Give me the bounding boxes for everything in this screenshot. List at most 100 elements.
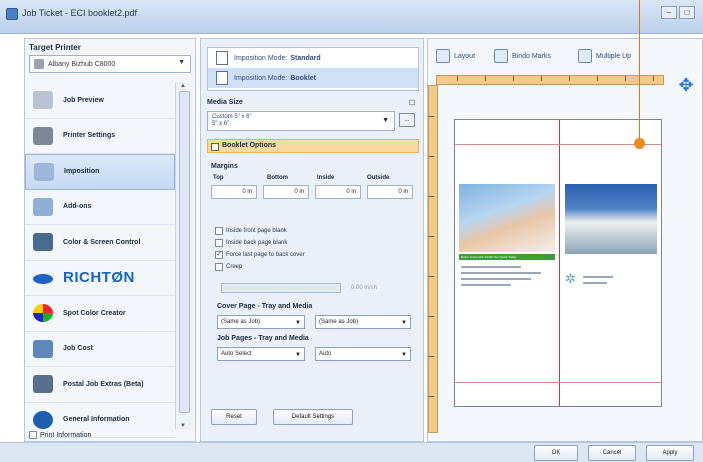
checkbox-label: Creep — [226, 264, 243, 270]
booklet-options-header[interactable]: Booklet Options — [207, 139, 419, 153]
sidebar-item-add-ons[interactable]: Add-ons — [25, 190, 175, 225]
force-last-page-option[interactable]: ✓ Force last page to back cover — [215, 251, 305, 259]
preview-panel: Layout Bindo Marks Multiple Up ✥ Better … — [427, 38, 703, 442]
move-arrows-icon[interactable]: ✥ — [676, 75, 696, 95]
sidebar-item-imposition[interactable]: Imposition — [25, 154, 175, 190]
creep-slider[interactable] — [221, 283, 341, 293]
info-icon — [33, 410, 53, 429]
sidebar-item-printer-settings[interactable]: Printer Settings — [25, 119, 175, 154]
margin-guide — [455, 144, 661, 145]
sidebar-item-job-preview[interactable]: Job Preview — [25, 83, 175, 119]
margin-outside-input[interactable]: 0 in — [367, 185, 413, 199]
checkbox-label: Force last page to back cover — [226, 252, 305, 258]
sidebar-item-label: Printer Settings — [63, 132, 116, 140]
postal-icon — [33, 375, 53, 393]
app-icon — [6, 8, 18, 20]
sidebar-item-label: RICHTØN — [63, 269, 135, 287]
imposition-mode-booklet[interactable]: Imposition Mode: Booklet — [208, 68, 418, 88]
cancel-button[interactable]: Cancel — [588, 445, 636, 461]
job-pages-label: Job Pages - Tray and Media — [217, 335, 309, 342]
color-screen-icon — [33, 233, 53, 251]
reset-button[interactable]: Reset — [211, 409, 257, 425]
cover-tray-select[interactable]: (Same as Job) ▼ — [217, 315, 305, 329]
booklet-preview-sheet[interactable]: Better Living with Pacific Sun Solar Tod… — [454, 119, 662, 407]
creep-checkbox[interactable] — [215, 263, 223, 271]
callout-line — [639, 0, 640, 138]
tool-label: Bindo Marks — [512, 52, 551, 60]
margin-top-input[interactable]: 0 in — [211, 185, 257, 199]
combo-value: (Same as Job) — [221, 319, 261, 325]
print-information-option[interactable]: Print Information — [29, 431, 91, 439]
sidebar-item-job-cost[interactable]: Job Cost — [25, 332, 175, 367]
job-tray-select[interactable]: Auto Select ▼ — [217, 347, 305, 361]
mode-value: Booklet — [290, 74, 316, 82]
printer-icon — [33, 126, 53, 145]
sidebar-item-label: Imposition — [64, 168, 100, 176]
house-photo — [565, 184, 657, 254]
media-size-select[interactable]: Custom 5" x 6" 5" x 6" ▼ — [207, 111, 395, 131]
window-controls: – □ — [661, 6, 695, 19]
standard-mode-icon — [216, 51, 228, 65]
sun-logo-icon: ✲ — [565, 271, 576, 286]
inside-back-blank-checkbox[interactable] — [215, 239, 223, 247]
inside-back-blank-option[interactable]: Inside back page blank — [215, 239, 287, 247]
margin-outside-label: Outside — [367, 175, 390, 181]
printer-select[interactable]: Albany Bizhub C8000 ▼ — [29, 55, 191, 73]
minimize-button[interactable]: – — [661, 6, 677, 19]
job-media-select[interactable]: Auto ▼ — [315, 347, 411, 361]
checkbox-label: Inside front page blank — [226, 228, 287, 234]
media-size-line1: Custom 5" x 6" — [212, 114, 252, 120]
couple-photo — [459, 184, 555, 252]
creep-option[interactable]: Creep — [215, 263, 242, 271]
sidebar-item-spot-color-creator[interactable]: Spot Color Creator — [25, 296, 175, 332]
scroll-thumb[interactable] — [179, 91, 190, 413]
scroll-up-icon[interactable]: ▲ — [180, 83, 186, 89]
bindo-marks-tool[interactable]: Bindo Marks — [494, 49, 551, 63]
ok-button[interactable]: OK — [534, 445, 578, 461]
job-preview-icon — [33, 91, 53, 109]
layout-tool[interactable]: Layout — [436, 49, 475, 63]
inside-front-blank-checkbox[interactable] — [215, 227, 223, 235]
multiple-up-icon — [578, 49, 592, 63]
job-cost-icon — [33, 339, 53, 358]
margins-label: Margins — [211, 163, 238, 170]
media-size-label: Media Size — [207, 99, 243, 106]
apply-button[interactable]: Apply — [646, 445, 694, 461]
force-last-page-checkbox[interactable]: ✓ — [215, 251, 223, 259]
sidebar-item-label: Spot Color Creator — [63, 309, 126, 317]
sidebar-item-label: General Information — [63, 416, 130, 424]
scroll-down-icon[interactable]: ▼ — [180, 423, 186, 429]
margin-bottom-input[interactable]: 0 in — [263, 185, 309, 199]
headline-banner: Better Living with Pacific Sun Solar Tod… — [459, 254, 555, 260]
print-information-checkbox[interactable] — [29, 431, 37, 439]
imposition-mode-standard[interactable]: Imposition Mode: Standard — [208, 48, 418, 68]
window-title: Job Ticket - ECI booklet2.pdf — [22, 8, 138, 18]
creep-value: 0.00 in/sh — [351, 285, 378, 291]
chevron-down-icon: ▼ — [295, 320, 301, 326]
mode-label: Imposition Mode: — [234, 74, 288, 82]
margin-inside-input[interactable]: 0 in — [315, 185, 361, 199]
printer-value: Albany Bizhub C8000 — [48, 60, 116, 68]
spot-color-icon — [33, 304, 53, 322]
mode-value: Standard — [290, 54, 321, 62]
checkbox-label: Inside back page blank — [226, 240, 288, 246]
media-size-options-icon[interactable]: ☐ — [409, 99, 415, 107]
sidebar-nav: Job Preview Printer Settings Imposition … — [25, 83, 175, 438]
sidebar-item-label: Color & Screen Control — [63, 238, 141, 246]
margin-top-label: Top — [213, 175, 224, 181]
sidebar-scrollbar[interactable]: ▲ ▼ — [175, 83, 193, 429]
margin-bottom-label: Bottom — [267, 175, 288, 181]
multiple-up-tool[interactable]: Multiple Up — [578, 49, 631, 63]
media-browse-button[interactable]: ... — [399, 113, 415, 127]
sidebar-item-color-screen-control[interactable]: Color & Screen Control — [25, 225, 175, 261]
preview-headline: Better Living with Pacific Sun Solar Tod… — [461, 255, 517, 259]
maximize-button[interactable]: □ — [679, 6, 695, 19]
default-settings-button[interactable]: Default Settings — [273, 409, 353, 425]
mode-label: Imposition Mode: — [234, 54, 288, 62]
sidebar-item-richton[interactable]: RICHTØN — [25, 261, 175, 296]
margin-inside-label: Inside — [317, 175, 335, 181]
callout-dot — [634, 138, 645, 149]
sidebar-item-postal-job-extras[interactable]: Postal Job Extras (Beta) — [25, 367, 175, 403]
inside-front-blank-option[interactable]: Inside front page blank — [215, 227, 287, 235]
cover-media-select[interactable]: (Same as Job) ▼ — [315, 315, 411, 329]
